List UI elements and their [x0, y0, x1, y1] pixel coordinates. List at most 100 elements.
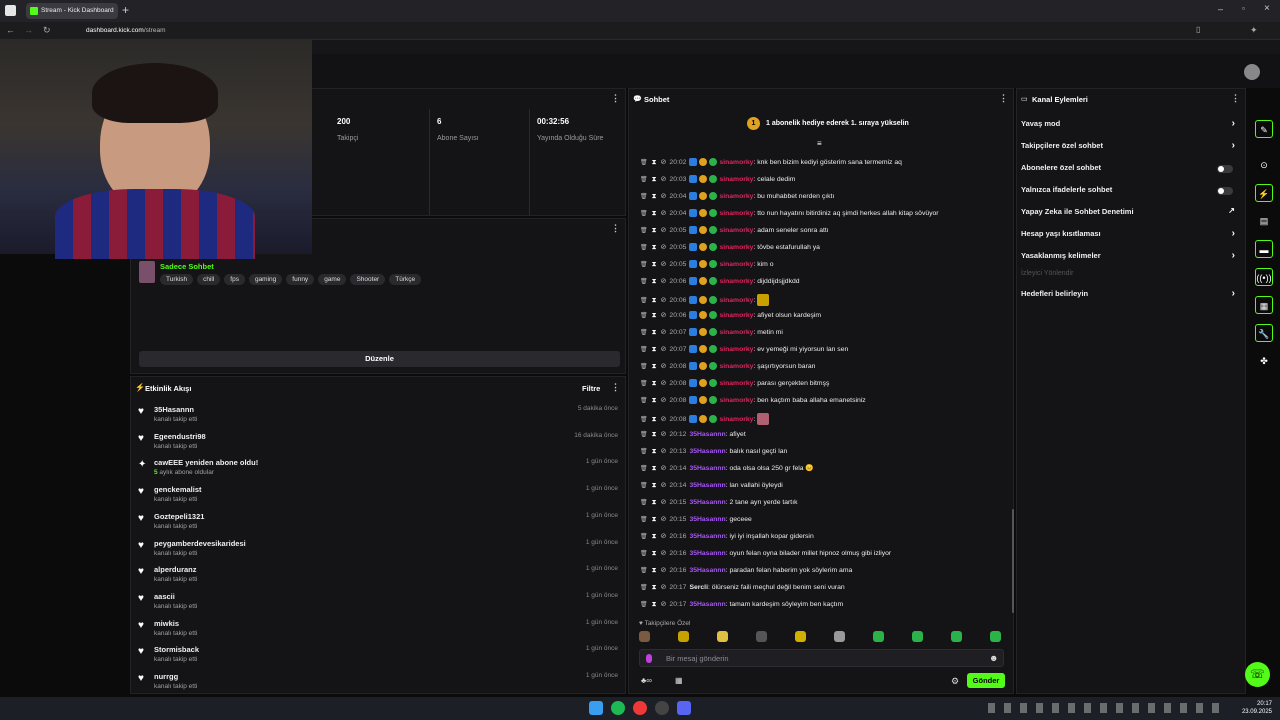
- chat-username[interactable]: sinamorky: [719, 176, 753, 183]
- chat-message[interactable]: 🗑 ⧗ ⊘ 20:17 Sercli: ölürseniz faili meçhul d…: [640, 583, 1010, 597]
- event-title[interactable]: nurrgg: [154, 672, 178, 681]
- ban-icon[interactable]: ⊘: [661, 601, 667, 608]
- ban-icon[interactable]: ⊘: [661, 278, 667, 285]
- delete-icon[interactable]: 🗑: [640, 534, 648, 540]
- calendar-icon[interactable]: ▦: [675, 676, 683, 685]
- timeout-icon[interactable]: ⧗: [652, 416, 657, 423]
- stream-tag[interactable]: Turkish: [160, 274, 194, 285]
- delete-icon[interactable]: 🗑: [640, 602, 648, 608]
- delete-icon[interactable]: 🗑: [640, 347, 648, 353]
- back-icon[interactable]: ←: [6, 25, 15, 35]
- ban-icon[interactable]: ⊘: [661, 416, 667, 423]
- ban-icon[interactable]: ⊘: [661, 499, 667, 506]
- toggle-switch[interactable]: [1217, 187, 1233, 195]
- chat-username[interactable]: sinamorky: [719, 380, 753, 387]
- timeout-icon[interactable]: ⧗: [652, 297, 657, 304]
- chat-message[interactable]: 🗑 ⧗ ⊘ 20:13 35Hasannn: balık nasıl geçti lan: [640, 447, 1010, 461]
- event-title[interactable]: Stormisback: [154, 645, 199, 654]
- delete-icon[interactable]: 🗑: [640, 364, 648, 370]
- extension-icon[interactable]: ✦: [1250, 25, 1258, 36]
- chat-message[interactable]: 🗑 ⧗ ⊘ 20:06 sinamorky:: [640, 294, 1010, 308]
- event-title[interactable]: miwkis: [154, 619, 179, 628]
- chat-input[interactable]: Bir mesaj gönderin ☻: [639, 649, 1004, 667]
- pencil-icon[interactable]: ✎: [1255, 120, 1273, 138]
- chat-message[interactable]: 🗑 ⧗ ⊘ 20:15 35Hasannn: geceee: [640, 515, 1010, 529]
- timeout-icon[interactable]: ⧗: [652, 329, 657, 336]
- delete-icon[interactable]: 🗑: [640, 298, 648, 304]
- chat-username[interactable]: sinamorky: [719, 261, 753, 268]
- wrench-icon[interactable]: 🔧: [1255, 324, 1273, 342]
- maximize-icon[interactable]: ▫: [1242, 4, 1245, 13]
- tab-stream[interactable]: Stream - Kick Dashboard: [26, 3, 118, 19]
- delete-icon[interactable]: 🗑: [640, 585, 648, 591]
- emote-icon[interactable]: [990, 631, 1001, 642]
- chat-username[interactable]: sinamorky: [719, 227, 753, 234]
- lightning-icon[interactable]: ⚡: [1255, 184, 1273, 202]
- timeout-icon[interactable]: ⧗: [652, 193, 657, 200]
- broadcast-icon[interactable]: ((•)): [1255, 268, 1273, 286]
- ban-icon[interactable]: ⊘: [661, 584, 667, 591]
- chat-username[interactable]: 35Hasannn: [689, 567, 725, 574]
- event-title[interactable]: 35Hasannn: [154, 405, 194, 414]
- chat-username[interactable]: 35Hasannn: [689, 465, 725, 472]
- ban-icon[interactable]: ⊘: [661, 397, 667, 404]
- delete-icon[interactable]: 🗑: [640, 551, 648, 557]
- windows-start-icon[interactable]: [589, 701, 603, 715]
- timeout-icon[interactable]: ⧗: [652, 533, 657, 540]
- timeout-icon[interactable]: ⧗: [652, 397, 657, 404]
- stream-tag[interactable]: Shooter: [350, 274, 386, 285]
- delete-icon[interactable]: 🗑: [640, 381, 648, 387]
- channel-action-item[interactable]: Takipçilere özel sohbet ›: [1021, 140, 1243, 155]
- chat-username[interactable]: sinamorky: [719, 397, 753, 404]
- stream-tag[interactable]: chill: [197, 274, 221, 285]
- ban-icon[interactable]: ⊘: [661, 465, 667, 472]
- timeout-icon[interactable]: ⧗: [652, 567, 657, 574]
- channel-action-item[interactable]: Yasaklanmış kelimeler ›: [1021, 250, 1243, 265]
- chat-message[interactable]: 🗑 ⧗ ⊘ 20:06 sinamorky: dijddijdsjjdkdd: [640, 277, 1010, 291]
- event-title[interactable]: Egeendustri98: [154, 432, 206, 441]
- edit-button[interactable]: Düzenle: [139, 351, 620, 367]
- delete-icon[interactable]: 🗑: [640, 449, 648, 455]
- chat-menu-icon[interactable]: ⋮: [999, 93, 1008, 104]
- delete-icon[interactable]: 🗑: [640, 483, 648, 489]
- ban-icon[interactable]: ⊘: [661, 567, 667, 574]
- chat-username[interactable]: sinamorky: [719, 297, 753, 304]
- send-button[interactable]: Gönder: [967, 673, 1005, 688]
- activity-menu-icon[interactable]: ⋮: [611, 382, 620, 393]
- new-tab-icon[interactable]: +: [122, 3, 129, 17]
- event-title[interactable]: genckemalist: [154, 485, 202, 494]
- chat-username[interactable]: sinamorky: [719, 159, 753, 166]
- chat-username[interactable]: 35Hasannn: [689, 601, 725, 608]
- chat-username[interactable]: sinamorky: [719, 244, 753, 251]
- stream-tag[interactable]: game: [318, 274, 347, 285]
- chat-settings-icon[interactable]: ⚙: [951, 676, 959, 687]
- chat-scrollbar[interactable]: [1012, 509, 1014, 613]
- stream-tag[interactable]: funny: [286, 274, 315, 285]
- emote-icon[interactable]: [756, 631, 767, 642]
- delete-icon[interactable]: 🗑: [640, 211, 648, 217]
- timeout-icon[interactable]: ⧗: [652, 244, 657, 251]
- spotify-icon[interactable]: [611, 701, 625, 715]
- timeout-icon[interactable]: ⧗: [652, 516, 657, 523]
- scroll-indicator-icon[interactable]: ≡: [817, 139, 822, 148]
- delete-icon[interactable]: 🗑: [640, 466, 648, 472]
- chat-message[interactable]: 🗑 ⧗ ⊘ 20:16 35Hasannn: oyun felan oyna bilad…: [640, 549, 1010, 563]
- ban-icon[interactable]: ⊘: [661, 346, 667, 353]
- chat-username[interactable]: Sercli: [689, 584, 708, 591]
- chat-username[interactable]: sinamorky: [719, 363, 753, 370]
- bookmark-icon[interactable]: ▯: [1196, 25, 1200, 34]
- channel-action-item[interactable]: Yavaş mod ›: [1021, 118, 1243, 133]
- timeout-icon[interactable]: ⧗: [652, 448, 657, 455]
- chat-username[interactable]: sinamorky: [719, 193, 753, 200]
- timeout-icon[interactable]: ⧗: [652, 159, 657, 166]
- chat-message[interactable]: 🗑 ⧗ ⊘ 20:04 sinamorky: bu muhabbet nerden çı…: [640, 192, 1010, 206]
- chat-username[interactable]: 35Hasannn: [689, 533, 725, 540]
- ban-icon[interactable]: ⊘: [661, 363, 667, 370]
- timeout-icon[interactable]: ⧗: [652, 312, 657, 319]
- chat-message[interactable]: 🗑 ⧗ ⊘ 20:15 35Hasannn: 2 tane ayrı yerde tar…: [640, 498, 1010, 512]
- emote-icon[interactable]: [873, 631, 884, 642]
- ban-icon[interactable]: ⊘: [661, 159, 667, 166]
- chat-message[interactable]: 🗑 ⧗ ⊘ 20:06 sinamorky: afiyet olsun kardeşim: [640, 311, 1010, 325]
- emoji-icon[interactable]: ☻: [989, 653, 998, 663]
- timeout-icon[interactable]: ⧗: [652, 431, 657, 438]
